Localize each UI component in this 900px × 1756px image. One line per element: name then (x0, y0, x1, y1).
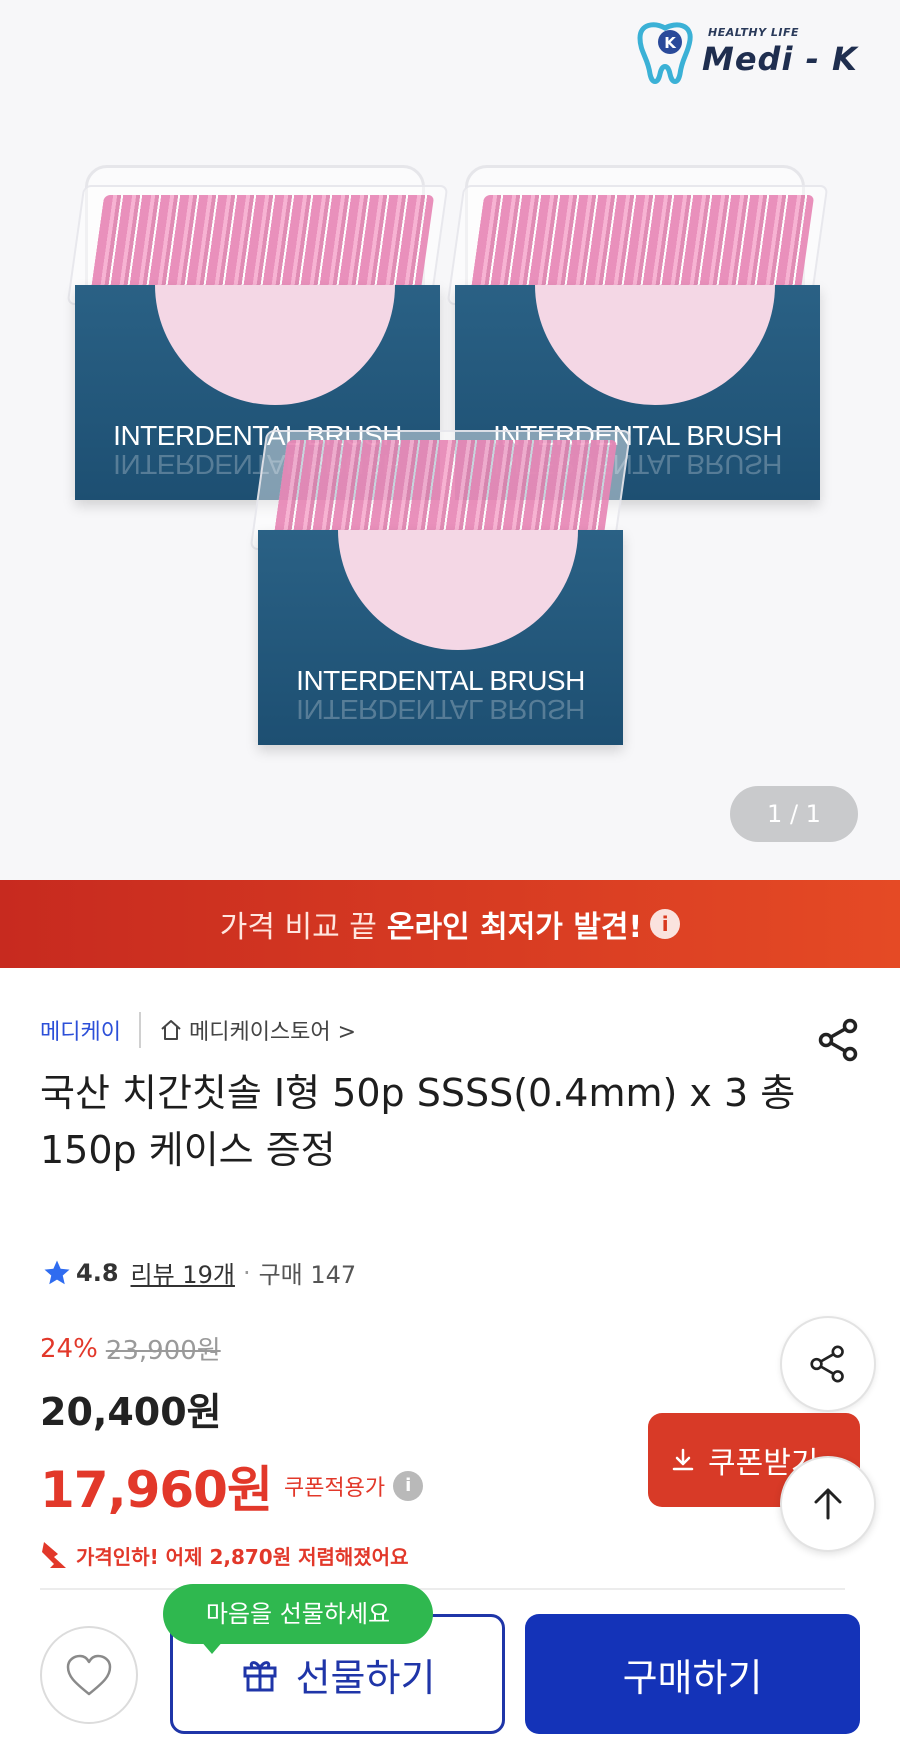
star-icon (44, 1260, 70, 1284)
share-button[interactable] (780, 1316, 876, 1412)
price-block: 24% 23,900원 20,400원 17,960원 쿠폰적용가 i 가격인하… (40, 1330, 424, 1572)
pack-label-reflection: INTERDENTAL BRUSH (296, 694, 585, 725)
banner-bold-text: 온라인 최저가 발견! (386, 910, 643, 945)
info-icon[interactable]: i (393, 1471, 424, 1501)
download-icon (672, 1448, 694, 1471)
purchase-count: 구매 147 (258, 1261, 357, 1289)
price-down-arrow-icon (42, 1542, 66, 1568)
logo-tagline: HEALTHY LIFE (708, 26, 800, 39)
gift-tooltip-bubble: 마음을 선물하세요 (163, 1584, 433, 1644)
price-drop-text: 가격인하! 어제 2,870원 저렴해졌어요 (76, 1544, 409, 1569)
banner-light-text: 가격 비교 끝 (219, 910, 377, 945)
discount-rate: 24% (40, 1333, 98, 1364)
share-icon (810, 1345, 844, 1383)
seller-divider (138, 1012, 141, 1048)
store-name: 메디케이스토어 > (188, 1020, 357, 1045)
rating-score: 4.8 (76, 1258, 119, 1287)
share-icon[interactable] (814, 1015, 864, 1065)
coupon-price-label: 쿠폰적용가 (283, 1476, 386, 1501)
arrow-up-icon (814, 1488, 842, 1520)
section-divider (40, 1588, 845, 1590)
logo-name: Medi - K (702, 40, 858, 78)
scroll-to-top-button[interactable] (780, 1456, 876, 1552)
logo-badge-letter: K (664, 34, 677, 52)
sale-price: 20,400원 (40, 1390, 222, 1434)
product-title: 국산 치간칫솔 I형 50p SSSS(0.4mm) x 3 총 150p 케이… (40, 1071, 796, 1172)
like-button[interactable] (40, 1626, 138, 1724)
rating-row: 4.8 리뷰 19개 · 구매 147 (42, 1255, 356, 1290)
lowest-price-banner[interactable]: 가격 비교 끝 온라인 최저가 발견! i (0, 880, 900, 968)
review-link[interactable]: 리뷰 19개 (131, 1255, 235, 1290)
gift-tooltip-tail (200, 1640, 224, 1654)
product-pack-front: INTERDENTAL BRUSH INTERDENTAL BRUSH (249, 410, 632, 745)
gift-button-label: 선물하기 (295, 1655, 436, 1700)
coupon-price: 17,960원 (40, 1461, 273, 1519)
home-icon (161, 1020, 181, 1040)
store-link[interactable]: 메디케이스토어 > (159, 1014, 356, 1046)
gift-icon (243, 1661, 277, 1692)
price-drop-notice: 가격인하! 어제 2,870원 저렴해졌어요 (40, 1538, 423, 1572)
product-image-carousel[interactable]: K HEALTHY LIFE Medi - K INTERDENTAL BRUS… (0, 0, 900, 880)
seller-row: 메디케이 메디케이스토어 > (40, 1010, 356, 1050)
original-price: 23,900원 (105, 1336, 221, 1366)
image-counter: 1 / 1 (730, 786, 858, 842)
discount-row: 24% 23,900원 (40, 1330, 423, 1367)
brand-logo: K HEALTHY LIFE Medi - K (630, 18, 860, 88)
info-icon[interactable]: i (650, 909, 681, 939)
brand-link[interactable]: 메디케이 (40, 1014, 121, 1046)
buy-button[interactable]: 구매하기 (525, 1614, 860, 1734)
tooth-logo-icon: K (637, 22, 693, 84)
coupon-price-row: 17,960원 쿠폰적용가 i (40, 1450, 424, 1522)
heart-icon (66, 1654, 112, 1696)
separator-dot: · (242, 1258, 251, 1287)
